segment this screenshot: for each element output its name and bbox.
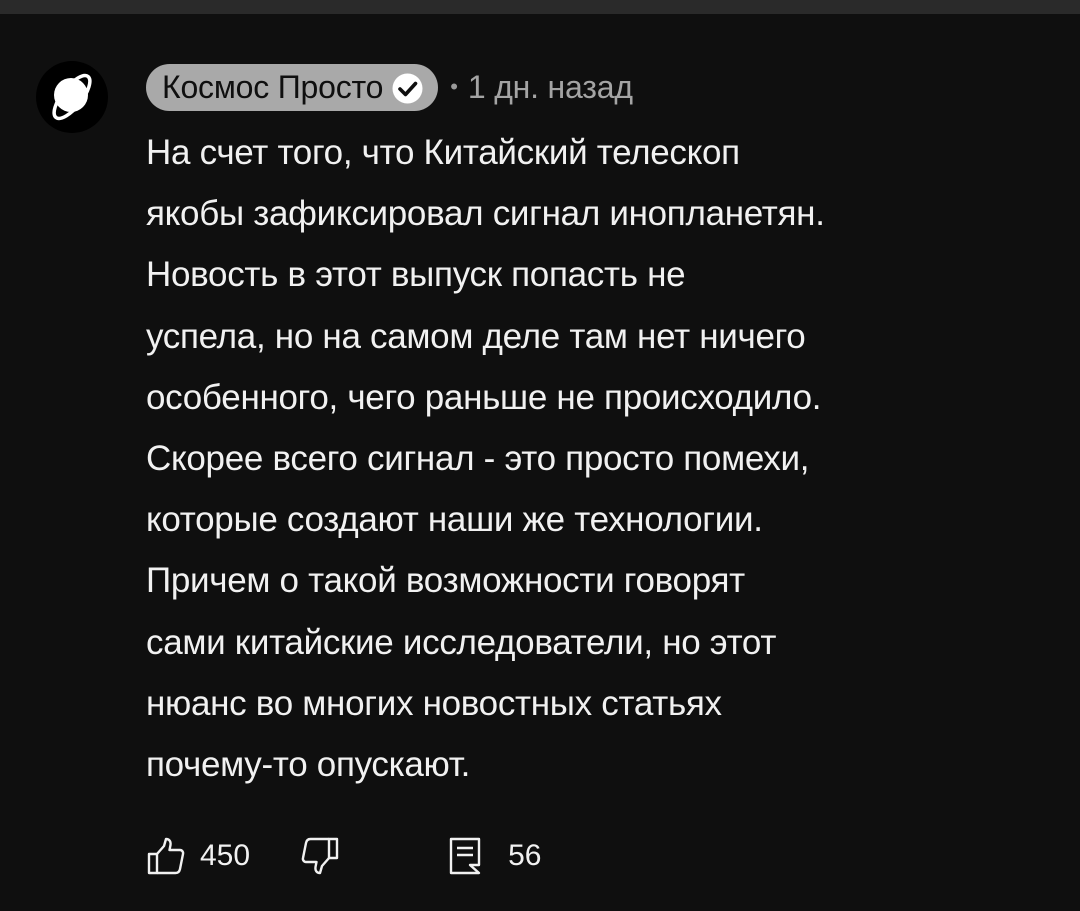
comment-line: Причем о такой возможности говорят: [146, 561, 745, 601]
comment-line: сами китайские исследователи, но этот: [146, 622, 777, 662]
like-count: 450: [200, 839, 251, 872]
reply-button[interactable]: [448, 836, 482, 876]
separator-dot: •: [450, 74, 458, 99]
comment-line: Скорее всего сигнал - это просто помехи,: [146, 439, 810, 479]
comment-actions: 450 56: [146, 834, 541, 878]
top-divider-strip: [0, 0, 1080, 14]
avatar[interactable]: [36, 61, 108, 133]
comment-line: Новость в этот выпуск попасть не: [146, 255, 686, 295]
comment-line: нюанс во многих новостных статьях: [146, 683, 722, 723]
comment-line: особенного, чего раньше не происходило.: [146, 377, 822, 417]
comment-icon: [449, 837, 481, 875]
comment-line: На счет того, что Китайский телескоп: [146, 133, 740, 172]
like-button[interactable]: [146, 836, 186, 876]
comment-line: которые создают наши же технологии.: [146, 500, 763, 540]
timestamp[interactable]: 1 дн. назад: [468, 69, 633, 106]
thumb-down-icon: [301, 837, 339, 875]
comment-header: Космос Просто • 1 дн. назад: [146, 62, 633, 112]
author-chip[interactable]: Космос Просто: [146, 63, 439, 111]
comment-body: На счет того, что Китайский телескоп яко…: [146, 122, 1046, 795]
reply-count: 56: [508, 839, 542, 872]
comment-line: успела, но на самом деле там нет ничего: [146, 316, 806, 356]
dislike-button[interactable]: [300, 836, 340, 876]
comment-line: якобы зафиксировал сигнал инопланетян.: [146, 194, 825, 234]
verified-check-icon: [391, 71, 424, 104]
planet-logo-icon: [36, 61, 108, 133]
comment-line: почему-то опускают.: [146, 745, 471, 785]
thumb-up-icon: [147, 837, 185, 875]
author-name: Космос Просто: [162, 68, 384, 105]
comment: Космос Просто • 1 дн. назад На счет того…: [0, 14, 1080, 911]
